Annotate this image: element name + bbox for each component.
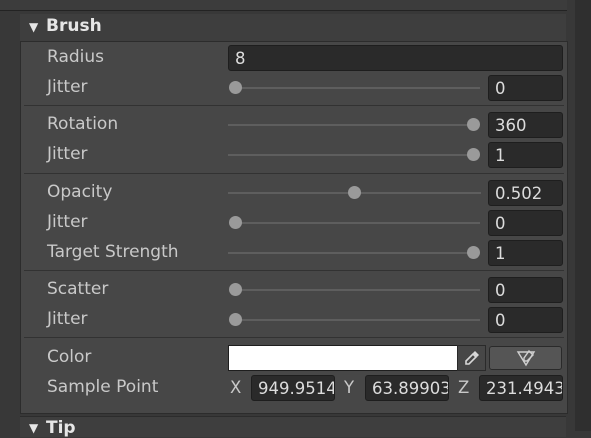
eyedropper-icon [464, 351, 479, 365]
scatter-label: Scatter [47, 279, 109, 299]
scatter-jitter-slider-track[interactable] [236, 319, 480, 321]
target-strength-slider-track[interactable] [228, 252, 475, 254]
target-strength-slider-knob[interactable] [467, 246, 480, 259]
radius-jitter-label: Jitter [47, 77, 88, 97]
radius-field[interactable]: 8 [228, 45, 563, 71]
target-strength-field[interactable]: 1 [488, 240, 563, 266]
group-separator [24, 337, 564, 338]
sample-point-label: Sample Point [47, 377, 159, 397]
sample-pick-button[interactable] [489, 346, 562, 370]
tip-section-header[interactable]: ▼ Tip [20, 416, 566, 438]
tip-section-title: Tip [46, 418, 76, 438]
radius-jitter-field[interactable]: 0 [488, 75, 563, 101]
radius-jitter-slider-knob[interactable] [229, 81, 242, 94]
rotation-jitter-slider-knob[interactable] [467, 148, 480, 161]
brush-section-title: Brush [46, 16, 102, 36]
inspector-scrollbar[interactable] [575, 0, 591, 431]
radius-jitter-slider-track[interactable] [236, 87, 480, 89]
rotation-slider-track[interactable] [228, 124, 475, 126]
sample-point-x-label: X [230, 378, 242, 397]
scatter-field[interactable]: 0 [488, 277, 563, 303]
opacity-slider-knob[interactable] [348, 186, 361, 199]
opacity-label: Opacity [47, 182, 113, 202]
foldout-expanded-icon[interactable]: ▼ [29, 20, 38, 34]
rotation-jitter-slider-track[interactable] [228, 154, 475, 156]
opacity-jitter-slider-knob[interactable] [229, 216, 242, 229]
scatter-jitter-field[interactable]: 0 [488, 307, 563, 333]
sample-point-z-field[interactable]: 231.4943 [479, 375, 563, 401]
sample-point-y-field[interactable]: 63.89903 [365, 375, 449, 401]
opacity-jitter-slider-track[interactable] [236, 222, 480, 224]
scatter-slider-track[interactable] [236, 289, 480, 291]
opacity-jitter-label: Jitter [47, 212, 88, 232]
eyedropper-pick-icon [516, 349, 535, 367]
previous-section-bottom [0, 0, 567, 11]
rotation-slider-knob[interactable] [467, 118, 480, 131]
group-separator [24, 173, 564, 174]
brush-section-header[interactable]: ▼ Brush [20, 14, 566, 41]
color-swatch[interactable] [228, 345, 458, 371]
scatter-jitter-label: Jitter [47, 309, 88, 329]
group-separator [24, 105, 564, 106]
sample-point-z-label: Z [458, 378, 470, 397]
foldout-expanded-icon[interactable]: ▼ [29, 421, 38, 435]
group-separator [24, 270, 564, 271]
opacity-field[interactable]: 0.502 [488, 180, 563, 206]
rotation-jitter-field[interactable]: 1 [488, 142, 563, 168]
rotation-field[interactable]: 360 [488, 112, 563, 138]
scatter-jitter-slider-knob[interactable] [229, 313, 242, 326]
scatter-slider-knob[interactable] [229, 283, 242, 296]
target-strength-label: Target Strength [47, 242, 179, 262]
opacity-jitter-field[interactable]: 0 [488, 210, 563, 236]
sample-point-x-field[interactable]: 949.9514 [251, 375, 335, 401]
rotation-jitter-label: Jitter [47, 144, 88, 164]
sample-point-y-label: Y [344, 378, 355, 397]
radius-label: Radius [47, 47, 105, 67]
rotation-label: Rotation [47, 114, 119, 134]
color-eyedropper-button[interactable] [457, 345, 486, 371]
color-label: Color [47, 347, 92, 367]
